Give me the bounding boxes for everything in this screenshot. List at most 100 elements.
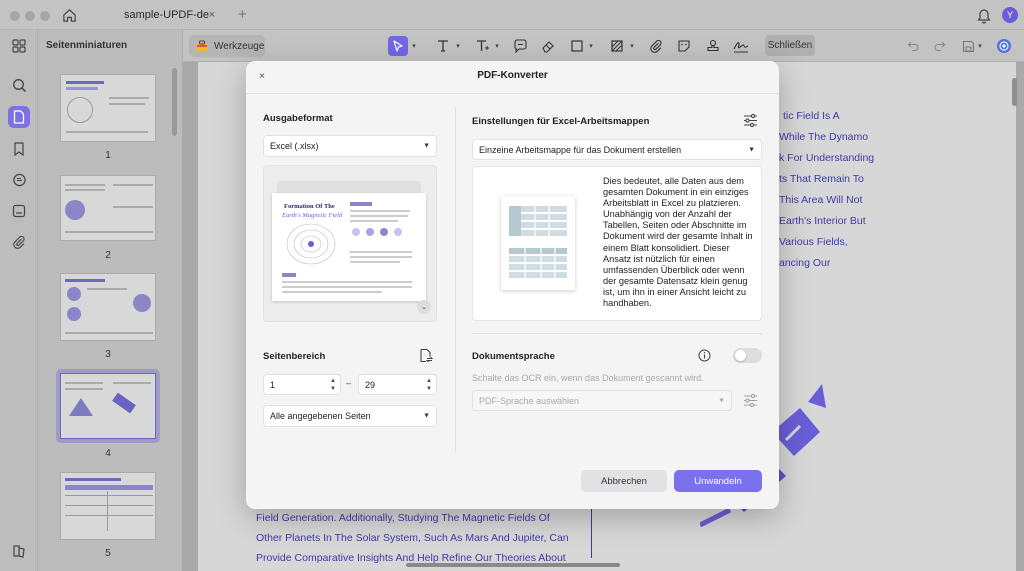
chevron-down-icon[interactable]: ▾ <box>409 36 419 56</box>
toolbox-icon <box>195 40 209 52</box>
pdf-language-placeholder: PDF-Sprache auswählen <box>479 395 580 406</box>
section-divider <box>472 333 762 334</box>
excel-workbook-mode-value: Einzeine Arbeitsmappe für das Dokument e… <box>479 144 682 155</box>
doc-text-line: Various Fields, <box>779 236 848 248</box>
pattern-tool-icon[interactable] <box>607 36 627 56</box>
page-range-mode-value: Alle angegebenen Seiten <box>270 411 371 421</box>
tab-close-icon[interactable]: × <box>205 8 219 22</box>
signature-icon[interactable] <box>731 36 751 56</box>
cursor-tool-button[interactable] <box>388 36 408 56</box>
ai-assistant-icon[interactable] <box>994 36 1014 56</box>
document-tab[interactable]: sample-UPDF-de <box>92 0 242 30</box>
chevron-down-icon[interactable]: ▾ <box>627 36 637 56</box>
chevron-down-icon: ▼ <box>423 142 430 150</box>
convert-button[interactable]: Unwandeln <box>674 470 762 492</box>
page-range-from[interactable]: 1 ▲ ▼ <box>263 374 341 395</box>
chevron-down-icon: ▼ <box>748 146 755 153</box>
doc-text-line: k For Understanding <box>779 152 875 164</box>
horizontal-scrollbar[interactable] <box>406 563 620 567</box>
output-format-select[interactable]: Excel (.xlsx) ▼ <box>263 135 437 157</box>
minimize-window-button[interactable] <box>25 11 35 21</box>
page-range-to[interactable]: 29 ▲ ▼ <box>358 374 437 395</box>
stamp-icon[interactable] <box>703 36 723 56</box>
stepper-arrows-icon[interactable]: ▲ ▼ <box>330 377 336 393</box>
chevron-down-icon: ▼ <box>718 397 725 404</box>
sticker-icon[interactable] <box>674 36 694 56</box>
sliders-icon[interactable] <box>743 113 759 129</box>
new-tab-icon[interactable]: + <box>238 6 247 23</box>
close-icon[interactable]: × <box>256 70 268 82</box>
tools-button[interactable]: Werkzeuge <box>189 35 265 57</box>
comments-icon[interactable] <box>10 171 28 189</box>
doc-text-line: While The Dynamo <box>779 131 869 143</box>
page-range-label: Seitenbereich <box>263 351 326 362</box>
thumbnail-number: 3 <box>105 349 111 360</box>
textbox-tool-icon[interactable] <box>472 36 492 56</box>
zoom-window-button[interactable] <box>40 11 50 21</box>
home-icon[interactable] <box>60 6 78 24</box>
cancel-button[interactable]: Abbrechen <box>581 470 667 492</box>
vertical-scrollbar[interactable] <box>1012 78 1017 106</box>
page-range-settings-icon[interactable] <box>419 348 435 364</box>
doc-language-label: Dokumentsprache <box>472 351 555 362</box>
layers-icon[interactable] <box>10 542 28 560</box>
dialog-column-divider <box>455 107 456 452</box>
undo-icon[interactable] <box>903 36 923 56</box>
thumbnail-page-5[interactable] <box>60 472 156 540</box>
redo-icon[interactable] <box>929 36 949 56</box>
paperclip-icon[interactable] <box>10 233 28 251</box>
ocr-toggle-knob <box>735 350 746 361</box>
range-dash: – <box>346 378 352 388</box>
text-tool-icon[interactable] <box>433 36 453 56</box>
doc-text-line: ancing Our <box>779 257 831 269</box>
thumbnail-page-4[interactable] <box>60 373 156 439</box>
page-range-mode-select[interactable]: Alle angegebenen Seiten ▼ <box>263 405 437 427</box>
thumbnail-page-3[interactable] <box>60 273 156 341</box>
attachment-panel-icon[interactable] <box>10 202 28 220</box>
page-icon <box>10 108 28 126</box>
thumbnails-title: Seitenminiaturen <box>46 40 128 51</box>
preview-title: Formation Of The <box>284 203 335 210</box>
thumbnail-page-1[interactable] <box>60 74 156 142</box>
page-range-to-value: 29 <box>365 379 376 390</box>
ocr-hint: Schalte das OCR ein, wenn das Dokument g… <box>472 373 704 383</box>
thumbnail-number: 2 <box>105 250 111 261</box>
doc-text-line: This Area Will Not <box>779 194 863 206</box>
info-icon[interactable] <box>698 349 711 362</box>
search-icon[interactable] <box>10 76 28 94</box>
pdf-language-select[interactable]: PDF-Sprache auswählen ▼ <box>472 390 732 411</box>
language-settings-icon[interactable] <box>743 393 759 409</box>
grid-icon[interactable] <box>10 37 28 55</box>
avatar[interactable]: Y <box>1002 7 1018 23</box>
dialog-title: PDF-Konverter <box>477 70 548 81</box>
paperclip-icon[interactable] <box>646 36 666 56</box>
stepper-arrows-icon[interactable]: ▲ ▼ <box>426 377 432 393</box>
excel-workbook-mode-select[interactable]: Einzeine Arbeitsmappe für das Dokument e… <box>472 139 762 160</box>
close-editing-button[interactable]: Schließen <box>765 35 815 56</box>
chevron-down-icon[interactable]: ⌄ <box>417 300 431 314</box>
eraser-icon[interactable] <box>538 36 558 56</box>
preview-page: Formation Of The Earth's Magnetic Field <box>272 193 426 301</box>
thumbnail-number: 4 <box>105 448 111 459</box>
preview-subtitle: Earth's Magnetic Field <box>282 212 343 219</box>
output-format-value: Excel (.xlsx) <box>270 141 319 151</box>
chevron-down-icon: ▼ <box>423 412 430 420</box>
thumbnails-scrollbar[interactable] <box>172 68 177 136</box>
tools-label: Werkzeuge <box>214 40 265 52</box>
excel-settings-label: Einstellungen für Excel-Arbeitsmappen <box>472 116 650 127</box>
cursor-icon <box>393 40 403 52</box>
close-window-button[interactable] <box>10 11 20 21</box>
page-range-from-value: 1 <box>270 379 276 390</box>
dialog-divider <box>246 93 779 94</box>
chevron-down-icon[interactable]: ▾ <box>586 36 596 56</box>
chevron-down-icon[interactable]: ▾ <box>453 36 463 56</box>
bookmark-icon[interactable] <box>10 140 28 158</box>
chevron-down-icon[interactable]: ▾ <box>492 36 502 56</box>
thumbnail-page-2[interactable] <box>60 175 156 241</box>
chevron-down-icon[interactable]: ▾ <box>975 36 985 56</box>
comment-tool-icon[interactable] <box>510 36 530 56</box>
bell-icon[interactable] <box>976 6 992 24</box>
excel-mode-description: Dies bedeutet, alle Daten aus dem gesamt… <box>603 176 753 309</box>
doc-text-line: Other Planets In The Solar System, Such … <box>256 532 569 544</box>
rectangle-tool-icon[interactable] <box>567 36 587 56</box>
